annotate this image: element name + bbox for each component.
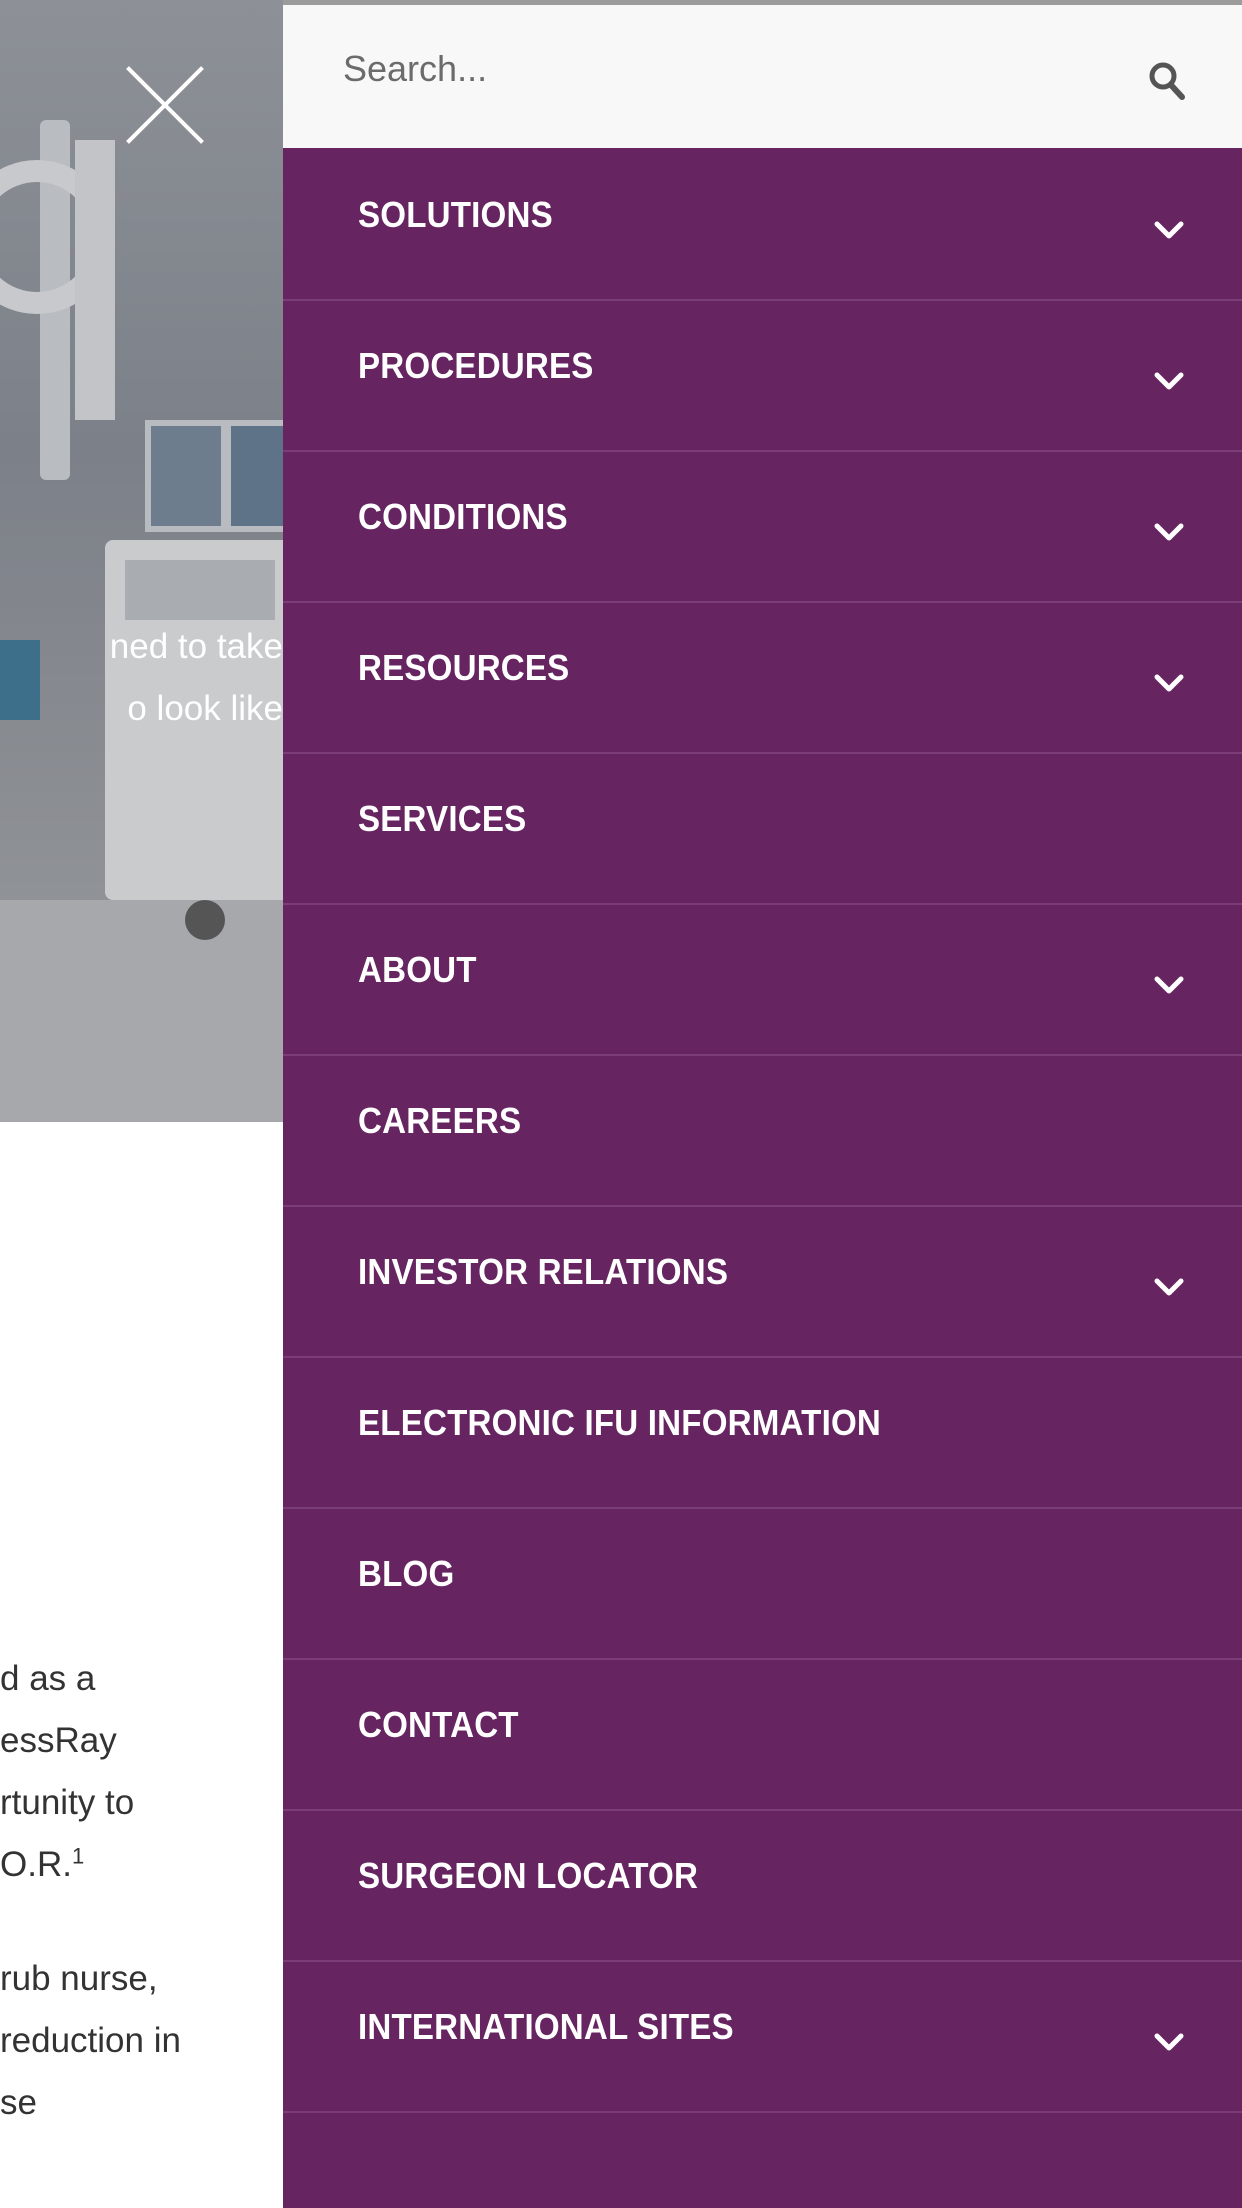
footnote-marker[interactable]: 1	[72, 1843, 84, 1868]
menu-list: SOLUTIONS PROCEDURES CONDITIONS RESOURCES SE…	[283, 150, 1242, 2113]
menu-item-label: RESOURCES	[358, 647, 570, 688]
menu-item-label: ELECTRONIC IFU INFORMATION	[358, 1402, 882, 1443]
article-text-line: rtunity to	[0, 1783, 135, 1822]
menu-item-label: SURGEON LOCATOR	[358, 1855, 699, 1896]
article-text-line: se	[0, 2083, 37, 2122]
hero-caption-line: ned to take	[109, 627, 283, 666]
menu-item-label: CONTACT	[358, 1704, 519, 1745]
chevron-down-icon[interactable]	[1151, 514, 1187, 550]
chevron-down-icon[interactable]	[1151, 2024, 1187, 2060]
article-text-fragment: O.R.	[0, 1845, 72, 1884]
search-input[interactable]	[341, 33, 1085, 105]
menu-item-label: BLOG	[358, 1553, 455, 1594]
menu-item-label: CAREERS	[358, 1100, 522, 1141]
hero-wheel	[185, 900, 225, 940]
menu-item-resources[interactable]: RESOURCES	[283, 603, 1242, 754]
article-text-line: essRay	[0, 1721, 117, 1760]
hero-image: ned to take o look like	[0, 0, 283, 1122]
menu-item-label: SERVICES	[358, 798, 527, 839]
menu-item-services[interactable]: SERVICES	[283, 754, 1242, 905]
chevron-down-icon[interactable]	[1151, 665, 1187, 701]
menu-item-conditions[interactable]: CONDITIONS	[283, 452, 1242, 603]
article-text-line: reduction in	[0, 2021, 181, 2060]
search-bar	[283, 0, 1242, 148]
menu-item-careers[interactable]: CAREERS	[283, 1056, 1242, 1207]
menu-item-surgeon-locator[interactable]: SURGEON LOCATOR	[283, 1811, 1242, 1962]
menu-item-investor-relations[interactable]: INVESTOR RELATIONS	[283, 1207, 1242, 1358]
chevron-down-icon[interactable]	[1151, 363, 1187, 399]
hero-drape	[0, 640, 40, 720]
chevron-down-icon[interactable]	[1151, 212, 1187, 248]
hero-pole	[75, 140, 115, 420]
menu-item-contact[interactable]: CONTACT	[283, 1660, 1242, 1811]
menu-item-label: CONDITIONS	[358, 496, 568, 537]
hero-monitor	[225, 420, 283, 532]
chevron-down-icon[interactable]	[1151, 967, 1187, 1003]
menu-item-procedures[interactable]: PROCEDURES	[283, 301, 1242, 452]
menu-item-about[interactable]: ABOUT	[283, 905, 1242, 1056]
menu-item-electronic-ifu-information[interactable]: ELECTRONIC IFU INFORMATION	[283, 1358, 1242, 1509]
menu-item-international-sites[interactable]: INTERNATIONAL SITES	[283, 1962, 1242, 2113]
menu-item-label: INVESTOR RELATIONS	[358, 1251, 729, 1292]
close-menu-button[interactable]	[120, 60, 210, 150]
hero-floor	[0, 900, 283, 1122]
hero-caption-line: o look like	[127, 689, 283, 728]
article-text-line: O.R.1	[0, 1834, 84, 1896]
hero-console-panel	[125, 560, 275, 620]
hero-monitor	[145, 420, 227, 532]
menu-item-label: ABOUT	[358, 949, 477, 990]
menu-item-label: INTERNATIONAL SITES	[358, 2006, 734, 2047]
chevron-down-icon[interactable]	[1151, 1269, 1187, 1305]
menu-item-label: PROCEDURES	[358, 345, 594, 386]
search-icon[interactable]	[1147, 60, 1187, 102]
menu-item-solutions[interactable]: SOLUTIONS	[283, 150, 1242, 301]
menu-item-blog[interactable]: BLOG	[283, 1509, 1242, 1660]
article-text-line: d as a	[0, 1659, 96, 1698]
menu-item-label: SOLUTIONS	[358, 194, 553, 235]
article-text-line: rub nurse,	[0, 1959, 158, 1998]
